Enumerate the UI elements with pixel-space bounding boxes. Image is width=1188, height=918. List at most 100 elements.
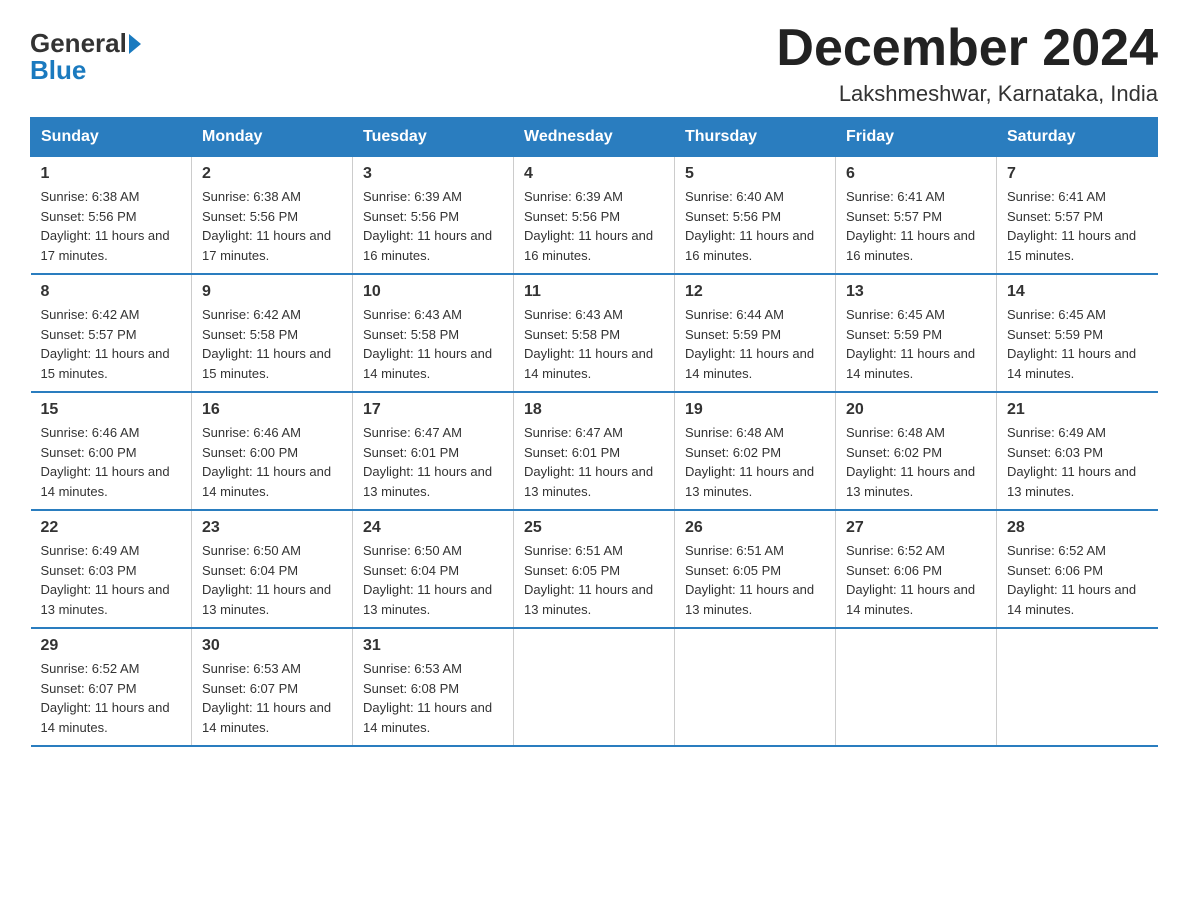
day-info: Sunrise: 6:45 AMSunset: 5:59 PMDaylight:… xyxy=(846,305,986,383)
day-info: Sunrise: 6:51 AMSunset: 6:05 PMDaylight:… xyxy=(524,541,664,619)
day-cell xyxy=(836,628,997,746)
day-number: 12 xyxy=(685,283,825,301)
header-saturday: Saturday xyxy=(997,118,1158,157)
day-cell: 9Sunrise: 6:42 AMSunset: 5:58 PMDaylight… xyxy=(192,274,353,392)
day-info: Sunrise: 6:38 AMSunset: 5:56 PMDaylight:… xyxy=(202,187,342,265)
day-info: Sunrise: 6:49 AMSunset: 6:03 PMDaylight:… xyxy=(1007,423,1148,501)
day-number: 13 xyxy=(846,283,986,301)
day-cell: 30 Sunrise: 6:53 AMSunset: 6:07 PMDayligh… xyxy=(192,628,353,746)
day-info: Sunrise: 6:52 AMSunset: 6:06 PMDaylight:… xyxy=(846,541,986,619)
calendar-table: SundayMondayTuesdayWednesdayThursdayFrid… xyxy=(30,117,1158,747)
day-info: Sunrise: 6:50 AMSunset: 6:04 PMDaylight:… xyxy=(363,541,503,619)
day-cell: 21Sunrise: 6:49 AMSunset: 6:03 PMDayligh… xyxy=(997,392,1158,510)
header-sunday: Sunday xyxy=(31,118,192,157)
day-info: Sunrise: 6:46 AMSunset: 6:00 PMDaylight:… xyxy=(202,423,342,501)
day-cell: 8 Sunrise: 6:42 AMSunset: 5:57 PMDaylight… xyxy=(31,274,192,392)
day-number: 10 xyxy=(363,283,503,301)
day-info: Sunrise: 6:41 AMSunset: 5:57 PMDaylight:… xyxy=(1007,187,1148,265)
day-number: 22 xyxy=(41,519,182,537)
day-number: 5 xyxy=(685,165,825,183)
day-number: 1 xyxy=(41,165,182,183)
logo: General Blue xyxy=(30,20,143,86)
logo-blue: Blue xyxy=(30,55,86,86)
day-cell: 15Sunrise: 6:46 AMSunset: 6:00 PMDayligh… xyxy=(31,392,192,510)
day-cell: 25 Sunrise: 6:51 AMSunset: 6:05 PMDayligh… xyxy=(514,510,675,628)
header-tuesday: Tuesday xyxy=(353,118,514,157)
day-info: Sunrise: 6:48 AMSunset: 6:02 PMDaylight:… xyxy=(685,423,825,501)
day-cell xyxy=(675,628,836,746)
logo-arrow-icon xyxy=(129,34,141,54)
day-cell: 10 Sunrise: 6:43 AMSunset: 5:58 PMDayligh… xyxy=(353,274,514,392)
calendar-header-row: SundayMondayTuesdayWednesdayThursdayFrid… xyxy=(31,118,1158,157)
day-number: 4 xyxy=(524,165,664,183)
day-info: Sunrise: 6:45 AMSunset: 5:59 PMDaylight:… xyxy=(1007,305,1148,383)
day-cell: 27Sunrise: 6:52 AMSunset: 6:06 PMDayligh… xyxy=(836,510,997,628)
day-cell: 3 Sunrise: 6:39 AMSunset: 5:56 PMDaylight… xyxy=(353,157,514,275)
day-info: Sunrise: 6:42 AMSunset: 5:57 PMDaylight:… xyxy=(41,305,182,383)
day-number: 29 xyxy=(41,637,182,655)
day-cell: 26Sunrise: 6:51 AMSunset: 6:05 PMDayligh… xyxy=(675,510,836,628)
day-cell: 6 Sunrise: 6:41 AMSunset: 5:57 PMDaylight… xyxy=(836,157,997,275)
day-info: Sunrise: 6:47 AMSunset: 6:01 PMDaylight:… xyxy=(524,423,664,501)
day-cell: 11Sunrise: 6:43 AMSunset: 5:58 PMDayligh… xyxy=(514,274,675,392)
day-info: Sunrise: 6:47 AMSunset: 6:01 PMDaylight:… xyxy=(363,423,503,501)
day-number: 19 xyxy=(685,401,825,419)
day-number: 24 xyxy=(363,519,503,537)
day-info: Sunrise: 6:39 AMSunset: 5:56 PMDaylight:… xyxy=(363,187,503,265)
day-cell: 13 Sunrise: 6:45 AMSunset: 5:59 PMDayligh… xyxy=(836,274,997,392)
header-monday: Monday xyxy=(192,118,353,157)
day-info: Sunrise: 6:38 AMSunset: 5:56 PMDaylight:… xyxy=(41,187,182,265)
day-number: 17 xyxy=(363,401,503,419)
location-subtitle: Lakshmeshwar, Karnataka, India xyxy=(776,81,1158,107)
day-cell: 5Sunrise: 6:40 AMSunset: 5:56 PMDaylight… xyxy=(675,157,836,275)
month-year-title: December 2024 xyxy=(776,20,1158,77)
day-info: Sunrise: 6:49 AMSunset: 6:03 PMDaylight:… xyxy=(41,541,182,619)
day-info: Sunrise: 6:51 AMSunset: 6:05 PMDaylight:… xyxy=(685,541,825,619)
day-number: 6 xyxy=(846,165,986,183)
day-info: Sunrise: 6:39 AMSunset: 5:56 PMDaylight:… xyxy=(524,187,664,265)
day-number: 25 xyxy=(524,519,664,537)
day-cell xyxy=(514,628,675,746)
day-cell: 23Sunrise: 6:50 AMSunset: 6:04 PMDayligh… xyxy=(192,510,353,628)
header-friday: Friday xyxy=(836,118,997,157)
day-number: 30 xyxy=(202,637,342,655)
day-info: Sunrise: 6:52 AMSunset: 6:07 PMDaylight:… xyxy=(41,659,182,737)
week-row-4: 22 Sunrise: 6:49 AMSunset: 6:03 PMDayligh… xyxy=(31,510,1158,628)
day-number: 28 xyxy=(1007,519,1148,537)
day-cell: 28 Sunrise: 6:52 AMSunset: 6:06 PMDayligh… xyxy=(997,510,1158,628)
day-number: 2 xyxy=(202,165,342,183)
day-number: 8 xyxy=(41,283,182,301)
day-number: 31 xyxy=(363,637,503,655)
day-info: Sunrise: 6:48 AMSunset: 6:02 PMDaylight:… xyxy=(846,423,986,501)
day-info: Sunrise: 6:52 AMSunset: 6:06 PMDaylight:… xyxy=(1007,541,1148,619)
day-cell: 16 Sunrise: 6:46 AMSunset: 6:00 PMDayligh… xyxy=(192,392,353,510)
day-number: 18 xyxy=(524,401,664,419)
day-number: 3 xyxy=(363,165,503,183)
header-thursday: Thursday xyxy=(675,118,836,157)
day-cell: 1 Sunrise: 6:38 AMSunset: 5:56 PMDaylight… xyxy=(31,157,192,275)
day-number: 23 xyxy=(202,519,342,537)
day-number: 16 xyxy=(202,401,342,419)
day-info: Sunrise: 6:41 AMSunset: 5:57 PMDaylight:… xyxy=(846,187,986,265)
day-info: Sunrise: 6:46 AMSunset: 6:00 PMDaylight:… xyxy=(41,423,182,501)
day-cell: 7 Sunrise: 6:41 AMSunset: 5:57 PMDaylight… xyxy=(997,157,1158,275)
day-cell xyxy=(997,628,1158,746)
day-cell: 12Sunrise: 6:44 AMSunset: 5:59 PMDayligh… xyxy=(675,274,836,392)
week-row-1: 1 Sunrise: 6:38 AMSunset: 5:56 PMDaylight… xyxy=(31,157,1158,275)
day-info: Sunrise: 6:53 AMSunset: 6:08 PMDaylight:… xyxy=(363,659,503,737)
day-number: 11 xyxy=(524,283,664,301)
day-info: Sunrise: 6:53 AMSunset: 6:07 PMDaylight:… xyxy=(202,659,342,737)
day-number: 7 xyxy=(1007,165,1148,183)
title-block: December 2024 Lakshmeshwar, Karnataka, I… xyxy=(776,20,1158,107)
day-cell: 24 Sunrise: 6:50 AMSunset: 6:04 PMDayligh… xyxy=(353,510,514,628)
day-cell: 20Sunrise: 6:48 AMSunset: 6:02 PMDayligh… xyxy=(836,392,997,510)
week-row-5: 29 Sunrise: 6:52 AMSunset: 6:07 PMDayligh… xyxy=(31,628,1158,746)
week-row-2: 8 Sunrise: 6:42 AMSunset: 5:57 PMDaylight… xyxy=(31,274,1158,392)
day-cell: 29 Sunrise: 6:52 AMSunset: 6:07 PMDayligh… xyxy=(31,628,192,746)
week-row-3: 15Sunrise: 6:46 AMSunset: 6:00 PMDayligh… xyxy=(31,392,1158,510)
day-cell: 19 Sunrise: 6:48 AMSunset: 6:02 PMDayligh… xyxy=(675,392,836,510)
day-info: Sunrise: 6:42 AMSunset: 5:58 PMDaylight:… xyxy=(202,305,342,383)
header-wednesday: Wednesday xyxy=(514,118,675,157)
day-info: Sunrise: 6:43 AMSunset: 5:58 PMDaylight:… xyxy=(363,305,503,383)
day-cell: 22 Sunrise: 6:49 AMSunset: 6:03 PMDayligh… xyxy=(31,510,192,628)
